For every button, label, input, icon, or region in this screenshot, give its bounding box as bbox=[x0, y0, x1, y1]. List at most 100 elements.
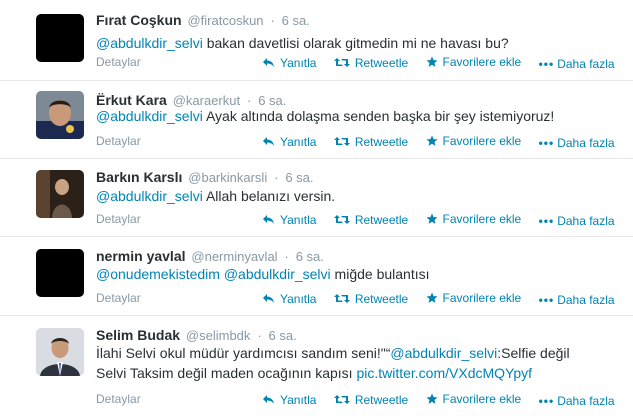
retweet-icon bbox=[333, 58, 350, 67]
avatar[interactable] bbox=[36, 14, 84, 62]
tweet: nermin yavlal @nerminyavlal · 6 sa. @onu… bbox=[0, 237, 633, 316]
favorite-button[interactable]: Favorilere ekle bbox=[426, 134, 522, 148]
mention-link[interactable]: @abdulkdir_selvi bbox=[96, 35, 203, 51]
more-button[interactable]: ••• Daha fazla bbox=[539, 394, 615, 408]
reply-label: Yanıtla bbox=[280, 392, 317, 407]
more-label: Daha fazla bbox=[557, 293, 615, 307]
reply-button[interactable]: Yanıtla bbox=[262, 213, 316, 227]
tweet-text: @abdulkdir_selvi bakan davetlisi olarak … bbox=[96, 33, 616, 53]
media-link[interactable]: pic.twitter.com/VXdcMQYpyf bbox=[356, 365, 532, 381]
reply-button[interactable]: Yanıtla bbox=[262, 292, 316, 306]
favorite-button[interactable]: Favorilere ekle bbox=[426, 55, 521, 69]
tweet: Fırat Coşkun @firatcoskun · 6 sa. @abdul… bbox=[0, 0, 633, 81]
details-link[interactable]: Detaylar bbox=[96, 55, 141, 69]
favorite-button[interactable]: Favorilere ekle bbox=[426, 291, 521, 305]
tweet: Ërkut Kara @karaerkut · 6 sa. @abdulkdir… bbox=[0, 81, 633, 159]
tweet-text: İlahi Selvi okul müdür yardımcısı sandım… bbox=[96, 343, 616, 383]
tweet-header: Fırat Coşkun @firatcoskun · 6 sa. bbox=[96, 12, 310, 28]
separator-dot: · bbox=[284, 249, 289, 264]
more-label: Daha fazla bbox=[557, 57, 615, 71]
tweet-actions: Yanıtla Retweetle Favorilere ekle ••• Da… bbox=[262, 212, 629, 228]
username[interactable]: @nerminyavlal bbox=[191, 249, 277, 264]
mention-link[interactable]: @onudemekistedim bbox=[96, 266, 220, 282]
tweet-body: Selvi Taksim değil maden ocağının kapısı bbox=[96, 365, 357, 381]
star-icon bbox=[426, 393, 438, 404]
reply-icon bbox=[263, 137, 274, 146]
avatar[interactable] bbox=[36, 249, 84, 297]
favorite-button[interactable]: Favorilere ekle bbox=[426, 392, 522, 406]
tweet-feed: Fırat Coşkun @firatcoskun · 6 sa. @abdul… bbox=[0, 0, 633, 416]
retweet-button[interactable]: Retweetle bbox=[333, 212, 409, 227]
details-link[interactable]: Detaylar bbox=[96, 291, 141, 305]
tweet-actions: Yanıtla Retweetle Favorilere ekle ••• Da… bbox=[262, 291, 629, 307]
separator-dot: · bbox=[270, 13, 275, 28]
reply-icon bbox=[263, 58, 274, 67]
fullname[interactable]: nermin yavlal bbox=[96, 248, 186, 264]
more-button[interactable]: ••• Daha fazla bbox=[539, 293, 615, 307]
retweet-button[interactable]: Retweetle bbox=[333, 393, 408, 407]
favorite-label: Favorilere ekle bbox=[442, 392, 522, 406]
retweet-label: Retweetle bbox=[354, 212, 409, 227]
tweet-text: @abdulkdir_selvi Allah belanızı versin. bbox=[96, 186, 616, 206]
reply-label: Yanıtla bbox=[280, 212, 317, 227]
retweet-button[interactable]: Retweetle bbox=[333, 291, 409, 306]
more-button[interactable]: ••• Daha fazla bbox=[539, 214, 615, 228]
mention-link[interactable]: @abdulkdir_selvi bbox=[96, 188, 203, 204]
username[interactable]: @firatcoskun bbox=[187, 13, 263, 28]
more-label: Daha fazla bbox=[557, 136, 615, 150]
retweet-button[interactable]: Retweetle bbox=[333, 134, 409, 149]
timestamp[interactable]: 6 sa. bbox=[282, 13, 310, 28]
timestamp[interactable]: 6 sa. bbox=[285, 170, 313, 185]
favorite-label: Favorilere ekle bbox=[442, 134, 522, 148]
avatar[interactable] bbox=[36, 170, 84, 218]
mention-link[interactable]: @abdulkdir_selvi bbox=[96, 108, 203, 124]
retweet-icon bbox=[333, 215, 350, 224]
mention-link[interactable]: @abdulkdir_selvi bbox=[390, 345, 497, 361]
tweet-text: @abdulkdir_selvi Ayak altında dolaşma se… bbox=[96, 106, 616, 126]
reply-button[interactable]: Yanıtla bbox=[262, 56, 316, 70]
fullname[interactable]: Fırat Coşkun bbox=[96, 12, 182, 28]
username[interactable]: @selimbdk bbox=[186, 328, 251, 343]
tweet: Barkın Karslı @barkinkarsli · 6 sa. @abd… bbox=[0, 159, 633, 237]
star-icon bbox=[426, 56, 438, 67]
tweet: Selim Budak @selimbdk · 6 sa. İlahi Selv… bbox=[0, 316, 633, 416]
tweet-body: miğde bulantısı bbox=[330, 266, 430, 282]
avatar-photo bbox=[36, 91, 84, 139]
retweet-icon bbox=[333, 137, 350, 146]
retweet-label: Retweetle bbox=[354, 55, 409, 70]
reply-button[interactable]: Yanıtla bbox=[262, 393, 316, 407]
timestamp[interactable]: 6 sa. bbox=[269, 328, 297, 343]
details-link[interactable]: Detaylar bbox=[96, 134, 141, 148]
star-icon bbox=[426, 292, 438, 303]
separator-dot: · bbox=[257, 328, 262, 343]
tweet-header: Barkın Karslı @barkinkarsli · 6 sa. bbox=[96, 169, 314, 185]
retweet-button[interactable]: Retweetle bbox=[333, 55, 409, 70]
more-dots-icon: ••• bbox=[538, 57, 555, 71]
favorite-label: Favorilere ekle bbox=[442, 212, 522, 226]
tweet-text: @onudemekistedim @abdulkdir_selvi miğde … bbox=[96, 264, 616, 284]
username[interactable]: @barkinkarsli bbox=[188, 170, 267, 185]
tweet-body: Ayak altında dolaşma senden başka bir şe… bbox=[202, 108, 555, 124]
reply-button[interactable]: Yanıtla bbox=[262, 135, 316, 149]
avatar[interactable] bbox=[36, 91, 84, 139]
favorite-button[interactable]: Favorilere ekle bbox=[426, 212, 522, 226]
tweet-header: nermin yavlal @nerminyavlal · 6 sa. bbox=[96, 248, 324, 264]
tweet-body: bakan davetlisi olarak gitmedin mi ne ha… bbox=[202, 35, 509, 51]
timestamp[interactable]: 6 sa. bbox=[296, 249, 324, 264]
tweet-actions: Yanıtla Retweetle Favorilere ekle ••• Da… bbox=[262, 55, 629, 71]
avatar[interactable] bbox=[36, 328, 84, 376]
retweet-label: Retweetle bbox=[354, 134, 409, 149]
more-button[interactable]: ••• Daha fazla bbox=[539, 57, 615, 71]
fullname[interactable]: Selim Budak bbox=[96, 327, 180, 343]
retweet-icon bbox=[333, 294, 350, 303]
mention-link[interactable]: @abdulkdir_selvi bbox=[224, 266, 331, 282]
more-dots-icon: ••• bbox=[538, 394, 555, 408]
more-button[interactable]: ••• Daha fazla bbox=[539, 136, 615, 150]
tweet-body: :Selfie değil bbox=[497, 345, 570, 361]
retweet-label: Retweetle bbox=[354, 291, 409, 306]
more-dots-icon: ••• bbox=[538, 214, 555, 228]
reply-label: Yanıtla bbox=[280, 55, 317, 70]
details-link[interactable]: Detaylar bbox=[96, 392, 141, 406]
fullname[interactable]: Barkın Karslı bbox=[96, 169, 182, 185]
details-link[interactable]: Detaylar bbox=[96, 212, 141, 226]
